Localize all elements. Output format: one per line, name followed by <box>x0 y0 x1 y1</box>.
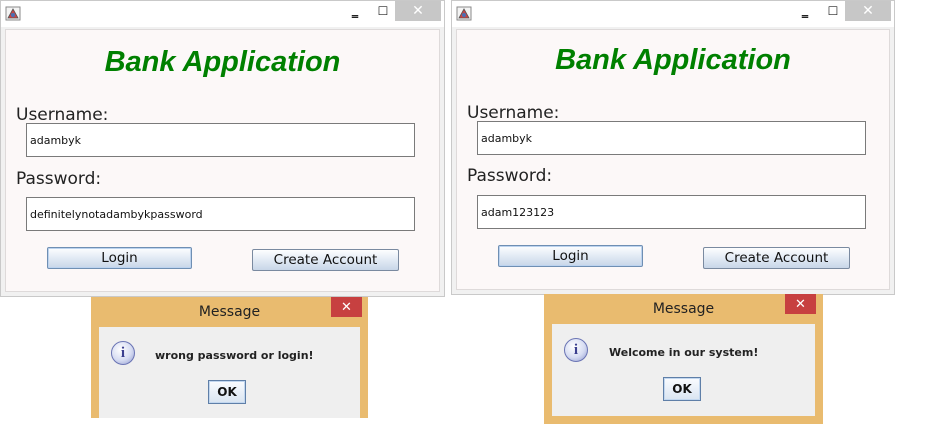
login-button[interactable]: Login <box>498 245 643 267</box>
left-login-window: ‗ ☐ ✕ Bank Application Username: adambyk… <box>0 0 445 297</box>
app-title: Bank Application <box>555 44 791 76</box>
dialog-message: Welcome in our system! <box>609 346 759 359</box>
info-icon: i <box>564 338 588 362</box>
password-input[interactable]: adam123123 <box>477 195 866 229</box>
ok-button[interactable]: OK <box>208 380 246 404</box>
dialog-title: Message <box>652 301 715 317</box>
java-app-icon <box>456 6 472 21</box>
login-button[interactable]: Login <box>47 247 192 269</box>
right-login-panel: Bank Application Username: adambyk Passw… <box>456 29 890 290</box>
password-label: Password: <box>467 166 553 186</box>
maximize-button[interactable]: ☐ <box>819 1 847 21</box>
close-button[interactable]: ✕ <box>395 1 441 21</box>
info-icon: i <box>111 341 135 365</box>
close-button[interactable]: ✕ <box>845 1 891 21</box>
left-window-titlebar[interactable]: ‗ ☐ ✕ <box>1 1 444 27</box>
dialog-body: i wrong password or login! OK <box>99 327 360 418</box>
username-label: Username: <box>16 105 109 125</box>
minimize-button[interactable]: ‗ <box>791 1 819 21</box>
password-label: Password: <box>16 169 102 189</box>
minimize-button[interactable]: ‗ <box>341 1 369 21</box>
dialog-close-button[interactable]: ✕ <box>331 297 362 317</box>
username-label: Username: <box>467 103 560 123</box>
ok-button[interactable]: OK <box>663 377 701 401</box>
left-login-panel: Bank Application Username: adambyk Passw… <box>5 29 440 292</box>
dialog-close-button[interactable]: ✕ <box>785 294 816 314</box>
dialog-body: i Welcome in our system! OK <box>552 324 815 416</box>
create-account-button[interactable]: Create Account <box>703 247 850 269</box>
right-window-titlebar[interactable]: ‗ ☐ ✕ <box>452 1 894 27</box>
dialog-title: Message <box>198 304 261 320</box>
maximize-button[interactable]: ☐ <box>369 1 397 21</box>
right-message-dialog: Message ✕ i Welcome in our system! OK <box>544 294 823 424</box>
username-input[interactable]: adambyk <box>477 121 866 155</box>
username-input[interactable]: adambyk <box>26 123 415 157</box>
app-title: Bank Application <box>104 46 341 78</box>
dialog-message: wrong password or login! <box>155 349 314 362</box>
create-account-button[interactable]: Create Account <box>252 249 399 271</box>
password-input[interactable]: definitelynotadambykpassword <box>26 197 415 231</box>
left-message-dialog: Message ✕ i wrong password or login! OK <box>91 297 368 418</box>
java-app-icon <box>5 6 21 21</box>
right-login-window: ‗ ☐ ✕ Bank Application Username: adambyk… <box>451 0 895 295</box>
